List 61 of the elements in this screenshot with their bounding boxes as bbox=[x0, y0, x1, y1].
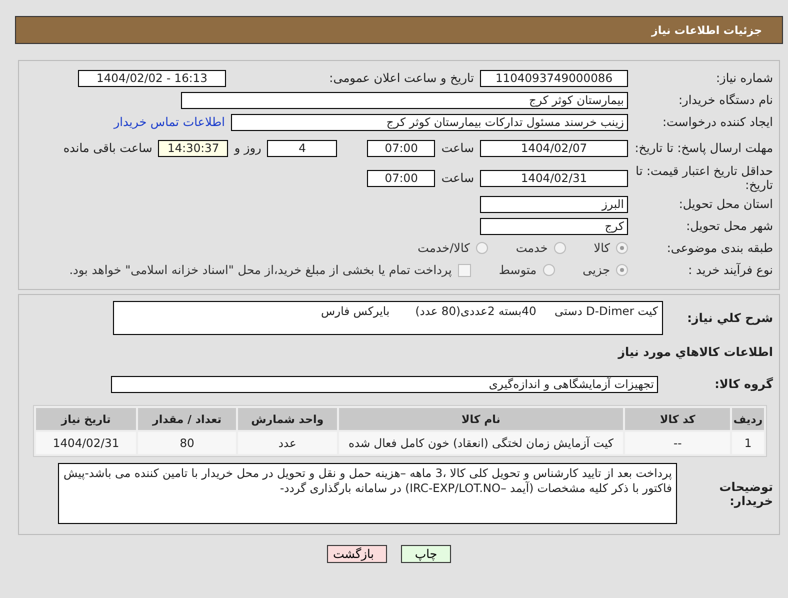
column-header: تعداد / مقدار bbox=[138, 408, 236, 430]
time-label: ساعت bbox=[441, 141, 474, 155]
buyer-field: بیمارستان کوثر کرج bbox=[181, 92, 628, 108]
days-field: 4 bbox=[267, 140, 338, 156]
field-label: شهر محل تحویل: bbox=[685, 219, 773, 233]
option-label: کالا/خدمت bbox=[418, 241, 470, 255]
table-cell: -- bbox=[625, 432, 730, 454]
creator-field: زینب خرسند مسئول تدارکات بیمارستان کوثر کرج bbox=[231, 114, 628, 130]
time-field: 07:00 bbox=[367, 140, 436, 156]
print-button[interactable]: چاپ bbox=[401, 545, 451, 563]
field-label: شماره نیاز: bbox=[715, 71, 773, 85]
date-field: 1404/02/07 bbox=[480, 140, 628, 156]
page-title: جزئیات اطلاعات نیاز bbox=[652, 24, 762, 36]
days-label: روز و bbox=[234, 141, 262, 155]
summary-textarea[interactable]: کیت D-Dimer دستی 40بسته 2عددی(80 عدد) بایرکس فارس bbox=[113, 301, 663, 335]
table-cell: 80 bbox=[138, 432, 236, 454]
option-label: جزیی bbox=[582, 263, 610, 277]
announce-date-field: 1404/02/02 - 16:13 bbox=[78, 70, 226, 86]
notes-textarea[interactable]: پرداخت بعد از تایید کارشناس و تحویل کلی کالا ،3 ماهه –هزینه حمل و نقل و تحویل در محل خریدار با تامین کننده می باشد-پیش فاکتور با ذکر کلیه مشخصات (آیمد –IRC-EXP/LOT.NO) در سامانه بارگذاری گردد- bbox=[58, 463, 677, 524]
table-cell: 1 bbox=[732, 432, 764, 454]
column-header: ردیف bbox=[732, 408, 764, 430]
option-label: کالا bbox=[594, 241, 610, 255]
field-label: نوع فرآیند خرید : bbox=[687, 263, 773, 277]
radio-button[interactable] bbox=[616, 264, 628, 276]
table-cell: عدد bbox=[238, 432, 337, 454]
radio-button[interactable] bbox=[476, 242, 488, 254]
date-field: 1404/02/31 bbox=[480, 170, 628, 186]
goods-group-field: تجهیزات آزمایشگاهی و اندازه‌گیری bbox=[111, 376, 658, 392]
option-label: متوسط bbox=[498, 263, 537, 277]
table-cell: کیت آزمایش زمان لختگی (انعقاد) خون کامل فعال شده bbox=[338, 432, 624, 454]
back-button[interactable]: بازگشت bbox=[327, 545, 387, 563]
radio-button[interactable] bbox=[542, 264, 555, 276]
time-field: 07:00 bbox=[367, 170, 436, 186]
radio-button[interactable] bbox=[616, 242, 628, 254]
remaining-time-field: 14:30:37 bbox=[158, 140, 228, 156]
column-header: نام کالا bbox=[338, 408, 624, 430]
section-heading: اطلاعات کالاهاي مورد نياز bbox=[616, 345, 773, 359]
column-header: کد کالا bbox=[625, 408, 730, 430]
checkbox[interactable] bbox=[458, 264, 471, 276]
field-label: نام دستگاه خریدار: bbox=[678, 93, 773, 107]
time-label: ساعت bbox=[441, 171, 474, 185]
field-label: توضیحات خریدار: bbox=[718, 480, 773, 508]
column-header: تاریخ نیاز bbox=[36, 408, 136, 430]
field-label: تاریخ و ساعت اعلان عمومی: bbox=[328, 71, 474, 85]
option-label: خدمت bbox=[516, 241, 548, 255]
field-label: شرح کلي نياز: bbox=[686, 311, 773, 325]
table-cell: 1404/02/31 bbox=[36, 432, 136, 454]
field-label: حداقل تاریخ اعتبار قیمت: تا تاریخ: bbox=[634, 164, 773, 192]
field-label: استان محل تحویل: bbox=[678, 197, 773, 211]
column-header: واحد شمارش bbox=[238, 408, 337, 430]
checkbox-label: پرداخت تمام یا بخشی از مبلغ خرید،از محل "اسناد خزانه اسلامی" خواهد بود. bbox=[69, 263, 452, 277]
province-field: البرز bbox=[480, 196, 628, 212]
field-label: طبقه بندی موضوعی: bbox=[666, 241, 773, 255]
contact-link[interactable]: اطلاعات تماس خریدار bbox=[114, 115, 225, 129]
radio-button[interactable] bbox=[554, 242, 566, 254]
remaining-label: ساعت باقی مانده bbox=[63, 141, 152, 155]
field-label: ایجاد کننده درخواست: bbox=[661, 115, 773, 129]
need-number-field: 1104093749000086 bbox=[480, 70, 628, 86]
field-label: مهلت ارسال پاسخ: تا تاریخ: bbox=[634, 141, 773, 155]
field-label: گروه کالا: bbox=[714, 377, 773, 391]
city-field: کرج bbox=[480, 218, 628, 234]
